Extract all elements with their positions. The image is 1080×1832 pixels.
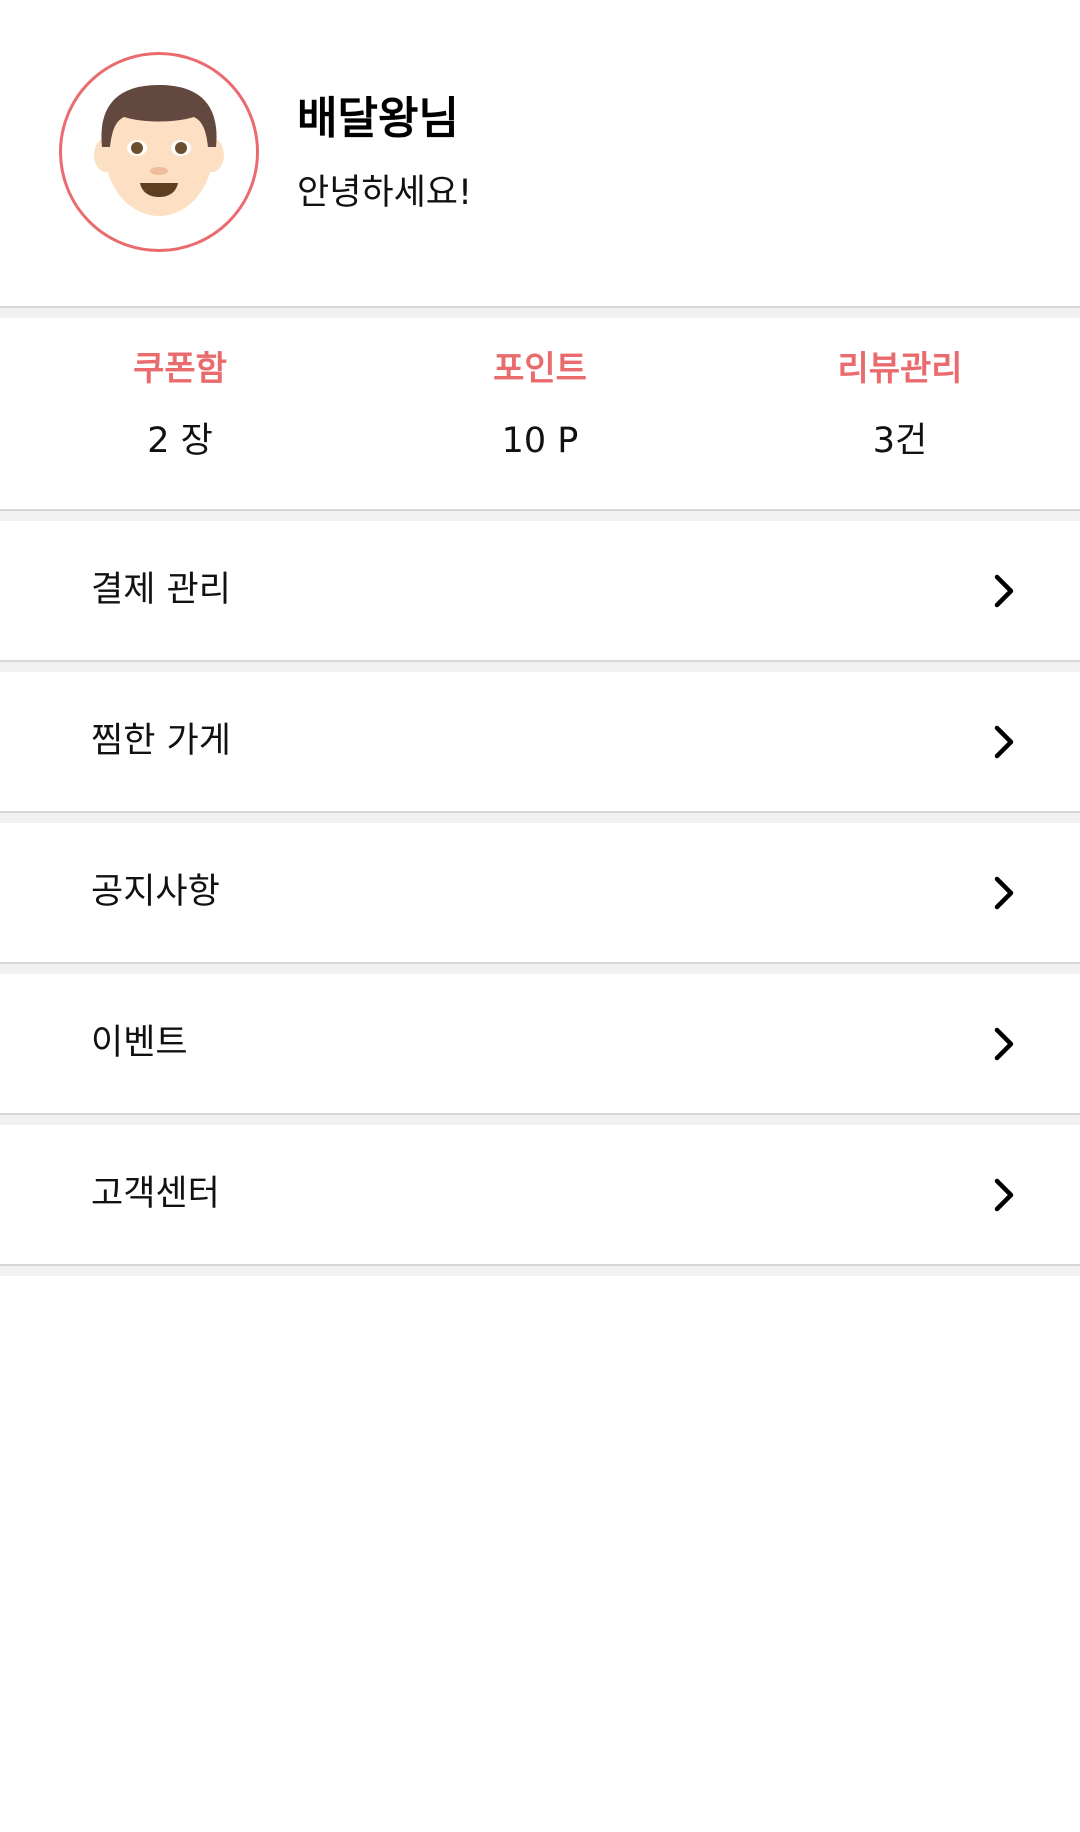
menu-item-customer-center[interactable]: 고객센터	[0, 1125, 1080, 1264]
section-divider	[0, 962, 1080, 974]
menu-item-favorite-stores[interactable]: 찜한 가게	[0, 672, 1080, 811]
chevron-right-icon	[994, 1178, 1014, 1212]
chevron-right-icon	[994, 1027, 1014, 1061]
menu-item-events[interactable]: 이벤트	[0, 974, 1080, 1113]
menu-item-label: 찜한 가게	[91, 721, 231, 761]
menu-item-label: 결제 관리	[91, 570, 231, 610]
menu-item-label: 고객센터	[91, 1174, 220, 1214]
menu-item-payment[interactable]: 결제 관리	[0, 521, 1080, 660]
menu-item-notices[interactable]: 공지사항	[0, 823, 1080, 962]
coupon-stat[interactable]: 쿠폰함 2 장	[0, 318, 360, 509]
review-count: 3건	[872, 421, 928, 461]
man-face-emoji-icon	[94, 85, 224, 216]
chevron-right-icon	[994, 725, 1014, 759]
menu-item-label: 이벤트	[91, 1023, 188, 1063]
section-divider	[0, 509, 1080, 521]
review-label: 리뷰관리	[837, 349, 963, 389]
section-divider	[0, 1113, 1080, 1125]
section-divider	[0, 811, 1080, 823]
chevron-right-icon	[994, 876, 1014, 910]
profile-name: 배달왕님	[297, 93, 459, 144]
section-divider	[0, 306, 1080, 318]
point-value: 10 P	[501, 421, 579, 461]
profile-greeting: 안녕하세요!	[297, 173, 473, 213]
menu-item-label: 공지사항	[91, 872, 220, 912]
avatar[interactable]	[59, 52, 259, 252]
review-stat[interactable]: 리뷰관리 3건	[720, 318, 1080, 509]
stats-bar: 쿠폰함 2 장 포인트 10 P 리뷰관리 3건	[0, 318, 1080, 509]
chevron-right-icon	[994, 574, 1014, 608]
point-label: 포인트	[493, 349, 587, 389]
point-stat[interactable]: 포인트 10 P	[360, 318, 720, 509]
section-divider	[0, 660, 1080, 672]
profile-header: 배달왕님 안녕하세요!	[0, 0, 1080, 306]
section-divider	[0, 1264, 1080, 1276]
coupon-count: 2 장	[147, 421, 213, 461]
coupon-label: 쿠폰함	[133, 349, 227, 389]
